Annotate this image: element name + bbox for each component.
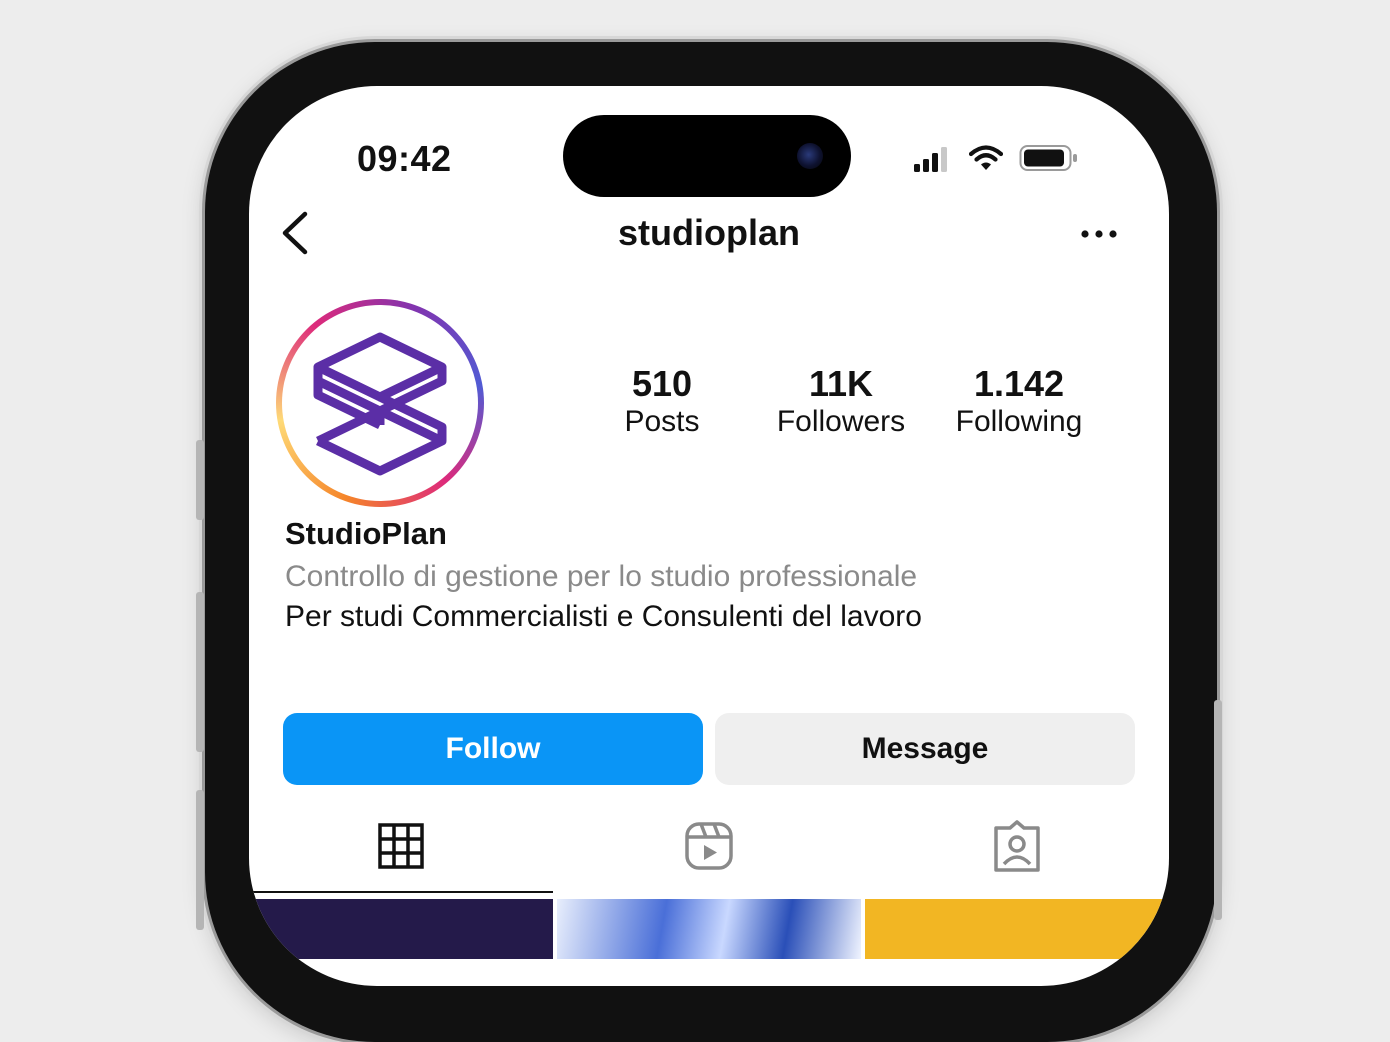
tagged-icon	[994, 820, 1040, 872]
post-thumbnail[interactable]	[865, 899, 1169, 959]
phone-side-button	[196, 592, 204, 752]
wifi-icon	[969, 145, 1003, 170]
stat-value: 11K	[808, 363, 874, 404]
signal-icon	[914, 147, 947, 172]
phone-screen: 09:42 studioplan 510 Posts 11K Followers…	[249, 86, 1169, 986]
stat-posts[interactable]: 510 Posts	[598, 364, 726, 440]
active-tab-indicator	[249, 891, 553, 893]
more-options-button[interactable]	[1079, 220, 1123, 248]
status-time: 09:42	[357, 138, 452, 179]
tab-tagged[interactable]	[991, 820, 1043, 872]
profile-category: Controllo di gestione per lo studio prof…	[285, 560, 918, 593]
profile-bio: Per studi Commercialisti e Consulenti de…	[285, 600, 922, 633]
stat-label: Posts	[624, 405, 700, 438]
studioplan-logo-icon	[313, 332, 447, 476]
camera-icon	[797, 143, 823, 169]
follow-button[interactable]: Follow	[283, 713, 703, 785]
post-thumbnail[interactable]	[557, 899, 861, 959]
stat-following[interactable]: 1.142 Following	[935, 364, 1103, 440]
dynamic-island	[563, 115, 851, 197]
reels-icon	[685, 822, 733, 870]
phone-side-button	[196, 790, 204, 930]
phone-side-button	[196, 440, 204, 520]
stat-label: Followers	[776, 405, 906, 438]
phone-power-button	[1214, 700, 1222, 920]
status-icons	[913, 142, 1079, 174]
grid-icon	[378, 823, 424, 869]
stat-followers[interactable]: 11K Followers	[757, 364, 925, 440]
stat-value: 510	[631, 363, 693, 404]
battery-icon	[1019, 145, 1077, 171]
avatar[interactable]	[276, 299, 484, 507]
stat-label: Following	[955, 405, 1083, 438]
tab-reels[interactable]	[683, 820, 735, 872]
post-thumbnail[interactable]	[249, 899, 553, 959]
more-icon	[1081, 230, 1117, 238]
stat-value: 1.142	[973, 363, 1065, 404]
profile-display-name: StudioPlan	[285, 516, 447, 551]
profile-username: studioplan	[618, 212, 800, 253]
avatar-image	[282, 305, 478, 501]
message-button[interactable]: Message	[715, 713, 1135, 785]
tab-posts-grid[interactable]	[375, 820, 427, 872]
